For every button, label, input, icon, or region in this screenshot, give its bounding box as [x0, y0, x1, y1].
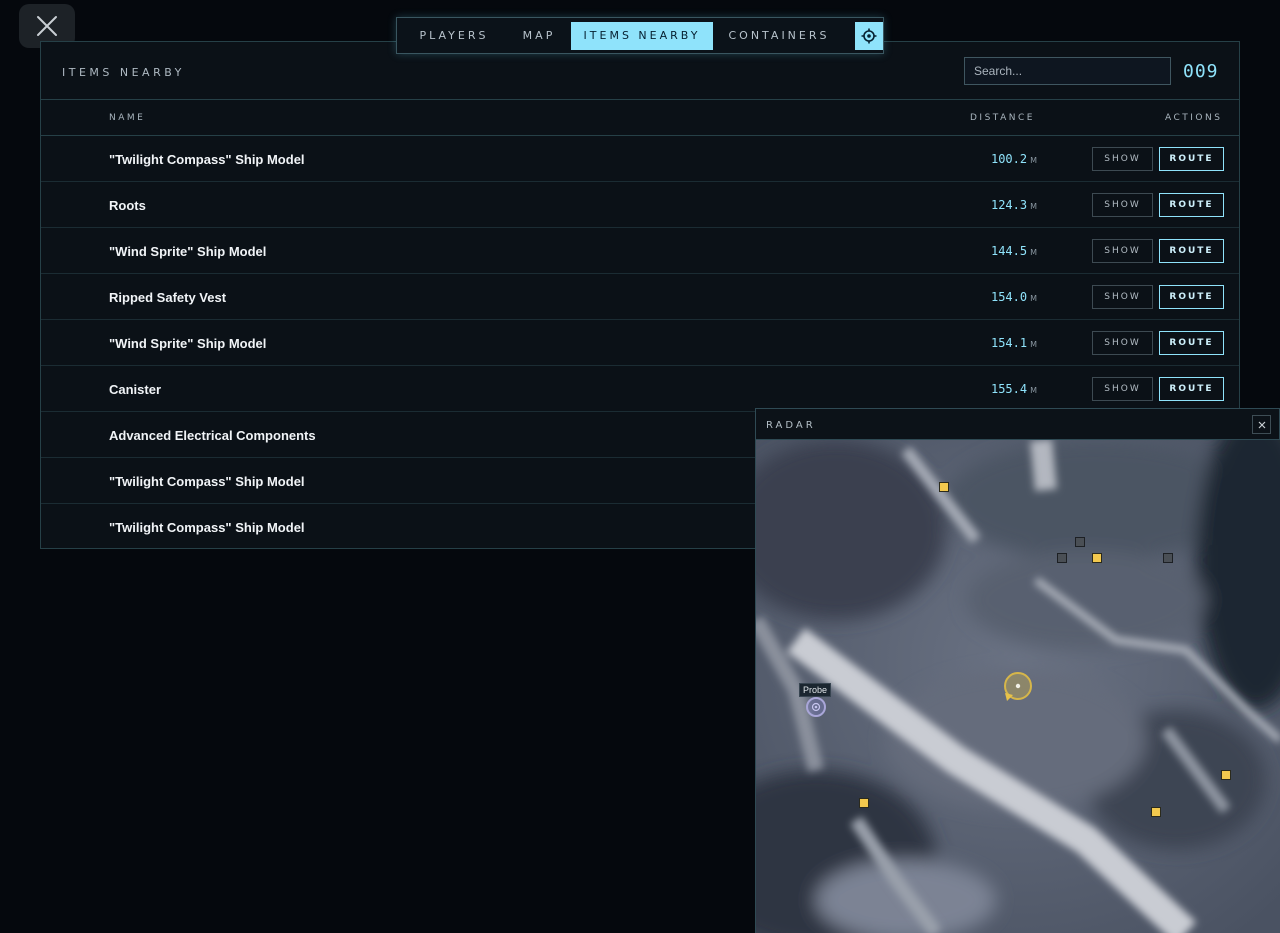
show-button[interactable]: SHOW	[1092, 331, 1153, 355]
search-input[interactable]	[964, 57, 1171, 85]
tab-bar: PLAYERS MAP ITEMS NEARBY CONTAINERS	[396, 17, 884, 54]
route-button[interactable]: ROUTE	[1159, 147, 1224, 171]
distance-unit: M	[1030, 248, 1037, 257]
distance-unit: M	[1030, 156, 1037, 165]
probe-icon	[811, 702, 821, 712]
item-name: "Twilight Compass" Ship Model	[109, 152, 305, 167]
loot-marker[interactable]	[1151, 807, 1161, 817]
close-icon	[37, 16, 57, 36]
item-name: Canister	[109, 382, 162, 397]
item-name: Advanced Electrical Components	[109, 428, 316, 443]
distance-value: 154.1	[990, 336, 1028, 350]
item-name: "Wind Sprite" Ship Model	[109, 244, 267, 259]
probe-marker[interactable]	[806, 697, 826, 717]
table-row[interactable]: Roots 124.3 M SHOW ROUTE	[41, 182, 1239, 228]
distance-unit: M	[1030, 294, 1037, 303]
heading-arrow-icon	[1005, 693, 1013, 701]
distance-value: 124.3	[990, 198, 1028, 212]
item-name: "Twilight Compass" Ship Model	[109, 520, 305, 535]
loot-marker[interactable]	[859, 798, 869, 808]
radar-header: RADAR	[756, 409, 1279, 440]
show-button[interactable]: SHOW	[1092, 193, 1153, 217]
show-button[interactable]: SHOW	[1092, 377, 1153, 401]
show-button[interactable]: SHOW	[1092, 285, 1153, 309]
distance-value: 155.4	[990, 382, 1028, 396]
route-button[interactable]: ROUTE	[1159, 239, 1224, 263]
route-button[interactable]: ROUTE	[1159, 377, 1224, 401]
item-distance: 100.2 M	[991, 152, 1037, 166]
player-marker	[1004, 672, 1032, 701]
column-distance: DISTANCE	[970, 113, 1035, 123]
radar-map[interactable]: Probe	[756, 440, 1280, 933]
loot-marker[interactable]	[1221, 770, 1231, 780]
player-position-icon	[1015, 683, 1021, 689]
loot-marker[interactable]	[1092, 553, 1102, 563]
item-distance: 155.4 M	[991, 382, 1037, 396]
tab-containers[interactable]: CONTAINERS	[713, 22, 845, 50]
item-name: Ripped Safety Vest	[109, 290, 227, 305]
container-marker[interactable]	[1057, 553, 1067, 563]
tab-players[interactable]: PLAYERS	[401, 22, 507, 50]
item-distance: 144.5 M	[991, 244, 1037, 258]
table-header: NAME DISTANCE ACTIONS	[41, 100, 1239, 136]
table-row[interactable]: "Wind Sprite" Ship Model 154.1 M SHOW ROUTE	[41, 320, 1239, 366]
crosshair-icon	[861, 28, 877, 43]
distance-value: 154.0	[990, 290, 1028, 304]
table-row[interactable]: Ripped Safety Vest 154.0 M SHOW ROUTE	[41, 274, 1239, 320]
table-row[interactable]: Canister 155.4 M SHOW ROUTE	[41, 366, 1239, 412]
distance-unit: M	[1030, 386, 1037, 395]
table-row[interactable]: "Twilight Compass" Ship Model 100.2 M SHOW R…	[41, 136, 1239, 182]
show-button[interactable]: SHOW	[1092, 147, 1153, 171]
probe-label: Probe	[799, 683, 832, 697]
item-name: "Wind Sprite" Ship Model	[109, 336, 267, 351]
distance-value: 100.2	[990, 152, 1028, 166]
item-name: "Twilight Compass" Ship Model	[109, 474, 305, 489]
column-name: NAME	[109, 113, 146, 123]
distance-unit: M	[1030, 340, 1037, 349]
tab-items-nearby[interactable]: ITEMS NEARBY	[571, 21, 713, 50]
show-button[interactable]: SHOW	[1092, 239, 1153, 263]
radar-close-button[interactable]	[1252, 415, 1271, 434]
item-distance: 154.1 M	[991, 336, 1037, 350]
radar-window[interactable]: RADAR Probe	[755, 408, 1280, 933]
item-distance: 154.0 M	[991, 290, 1037, 304]
panel-title: ITEMS NEARBY	[62, 66, 185, 79]
item-distance: 124.3 M	[991, 198, 1037, 212]
container-marker[interactable]	[1075, 537, 1085, 547]
distance-value: 144.5	[990, 244, 1028, 258]
table-row[interactable]: "Wind Sprite" Ship Model 144.5 M SHOW ROUTE	[41, 228, 1239, 274]
locate-button[interactable]	[855, 21, 883, 50]
tab-map[interactable]: MAP	[507, 22, 571, 50]
radar-title: RADAR	[766, 420, 816, 431]
route-button[interactable]: ROUTE	[1159, 285, 1224, 309]
container-marker[interactable]	[1163, 553, 1173, 563]
loot-marker[interactable]	[939, 482, 949, 492]
item-name: Roots	[109, 198, 146, 213]
distance-unit: M	[1030, 202, 1037, 211]
item-count: 009	[1183, 61, 1219, 82]
column-actions: ACTIONS	[1165, 113, 1223, 123]
route-button[interactable]: ROUTE	[1159, 193, 1224, 217]
close-icon	[1258, 421, 1265, 428]
route-button[interactable]: ROUTE	[1159, 331, 1224, 355]
